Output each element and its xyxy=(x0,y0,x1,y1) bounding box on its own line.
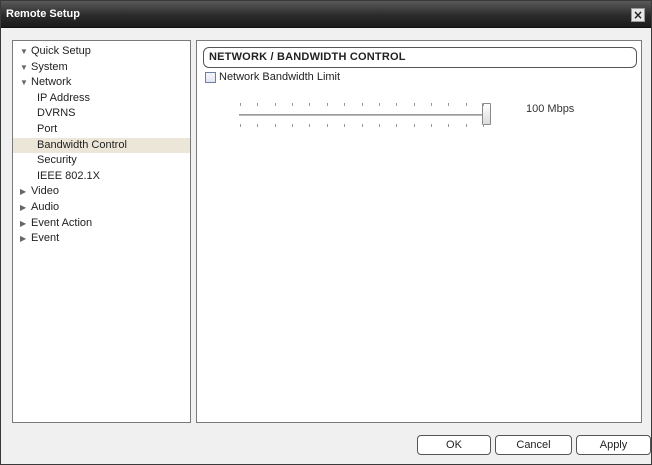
slider-tick xyxy=(344,124,346,127)
slider-tick xyxy=(361,103,363,106)
tree-item-label: Quick Setup xyxy=(31,45,91,57)
slider-tick xyxy=(448,124,450,127)
slider-thumb[interactable] xyxy=(482,103,491,125)
slider-tick xyxy=(274,124,276,127)
tree-item-label: Event Action xyxy=(31,216,93,229)
tree-item-label: IEEE 802.1X xyxy=(37,169,100,182)
tree-item[interactable]: ▼ System xyxy=(13,60,190,75)
tree-item-label: Network xyxy=(31,76,72,89)
tree-item-label: DVRNS xyxy=(37,107,76,120)
slider-tick xyxy=(483,124,484,127)
slider-tick xyxy=(309,103,311,106)
slider-tick xyxy=(465,103,467,106)
collapsed-arrow-icon[interactable]: ▶ xyxy=(20,231,31,246)
slider-tick xyxy=(430,124,432,127)
slider-tick xyxy=(465,124,467,127)
bandwidth-value: 100 Mbps xyxy=(526,103,575,115)
collapsed-arrow-icon[interactable]: ▶ xyxy=(20,200,31,215)
slider-tick xyxy=(378,124,380,127)
tree-item[interactable]: ▼ Network xyxy=(13,75,190,90)
bandwidth-limit-checkbox[interactable] xyxy=(205,71,216,83)
slider-tick xyxy=(257,124,259,127)
tree-item-label: Bandwidth Control xyxy=(37,138,127,151)
bandwidth-limit-row[interactable]: Network Bandwidth Limit xyxy=(205,70,340,84)
remote-setup-window: Remote Setup × ▼ Quick Setup ▼ System ▼ Netwo… xyxy=(0,0,652,465)
expanded-arrow-icon[interactable]: ▼ xyxy=(20,75,31,90)
tree-item[interactable]: ▶ Audio xyxy=(13,200,190,215)
tree-item[interactable]: Port xyxy=(13,122,190,137)
slider-tick xyxy=(378,103,380,106)
slider-tick xyxy=(413,124,415,127)
tree-item[interactable]: Bandwidth Control xyxy=(13,137,190,153)
tree-item[interactable]: ▶ Video xyxy=(13,184,190,199)
tree-item[interactable]: IEEE 802.1X xyxy=(13,169,190,184)
ok-button[interactable]: OK xyxy=(417,435,491,455)
slider-tick xyxy=(483,103,484,106)
slider-tick xyxy=(396,103,398,106)
tree-item[interactable]: Security xyxy=(13,153,190,168)
bandwidth-limit-label: Network Bandwidth Limit xyxy=(219,71,341,83)
close-button[interactable]: × xyxy=(631,8,645,22)
collapsed-arrow-icon[interactable]: ▶ xyxy=(20,184,31,199)
title-bar[interactable]: Remote Setup × xyxy=(1,1,651,28)
tree-item[interactable]: ▼ Quick Setup xyxy=(13,44,190,59)
slider-tick xyxy=(413,103,415,106)
slider-tick xyxy=(292,124,294,127)
tree-item[interactable]: DVRNS xyxy=(13,106,190,121)
slider-tick xyxy=(274,103,276,106)
slider-track[interactable] xyxy=(239,114,489,116)
slider-tick xyxy=(292,103,294,106)
tree-item[interactable]: ▶ Event xyxy=(13,231,190,246)
expanded-arrow-icon[interactable]: ▼ xyxy=(20,44,31,59)
section-title: NETWORK / BANDWIDTH CONTROL xyxy=(203,47,637,68)
close-icon: × xyxy=(632,8,644,22)
tree-item-label: Port xyxy=(37,123,58,135)
slider-tick xyxy=(257,103,259,106)
tree-item-label: Audio xyxy=(31,201,60,213)
slider-tick xyxy=(448,103,450,106)
slider-tick xyxy=(396,124,398,127)
tree-item[interactable]: IP Address xyxy=(13,91,190,106)
slider-tick xyxy=(240,124,241,127)
slider-tick xyxy=(309,124,311,127)
tree-item-label: IP Address xyxy=(37,91,90,104)
tree-item-label: Security xyxy=(37,154,77,167)
tree-item-label: Video xyxy=(31,185,59,198)
apply-button[interactable]: Apply xyxy=(576,435,651,455)
slider-tick xyxy=(326,103,328,106)
slider-tick xyxy=(361,124,363,127)
bandwidth-slider[interactable] xyxy=(239,99,491,129)
slider-tick xyxy=(240,103,241,106)
tree-item[interactable]: ▶ Event Action xyxy=(13,216,190,231)
slider-tick xyxy=(344,103,346,106)
collapsed-arrow-icon[interactable]: ▶ xyxy=(20,216,31,231)
expanded-arrow-icon[interactable]: ▼ xyxy=(20,60,31,75)
settings-content-panel: NETWORK / BANDWIDTH CONTROL Network Band… xyxy=(196,40,642,423)
cancel-button[interactable]: Cancel xyxy=(495,435,572,455)
tree-item-label: Event xyxy=(31,232,60,245)
slider-tick xyxy=(430,103,432,106)
slider-tick xyxy=(326,124,328,127)
window-title: Remote Setup xyxy=(6,8,80,20)
tree-item-label: System xyxy=(31,60,68,73)
settings-tree: ▼ Quick Setup ▼ System ▼ Network IP Address DVR… xyxy=(12,40,191,423)
